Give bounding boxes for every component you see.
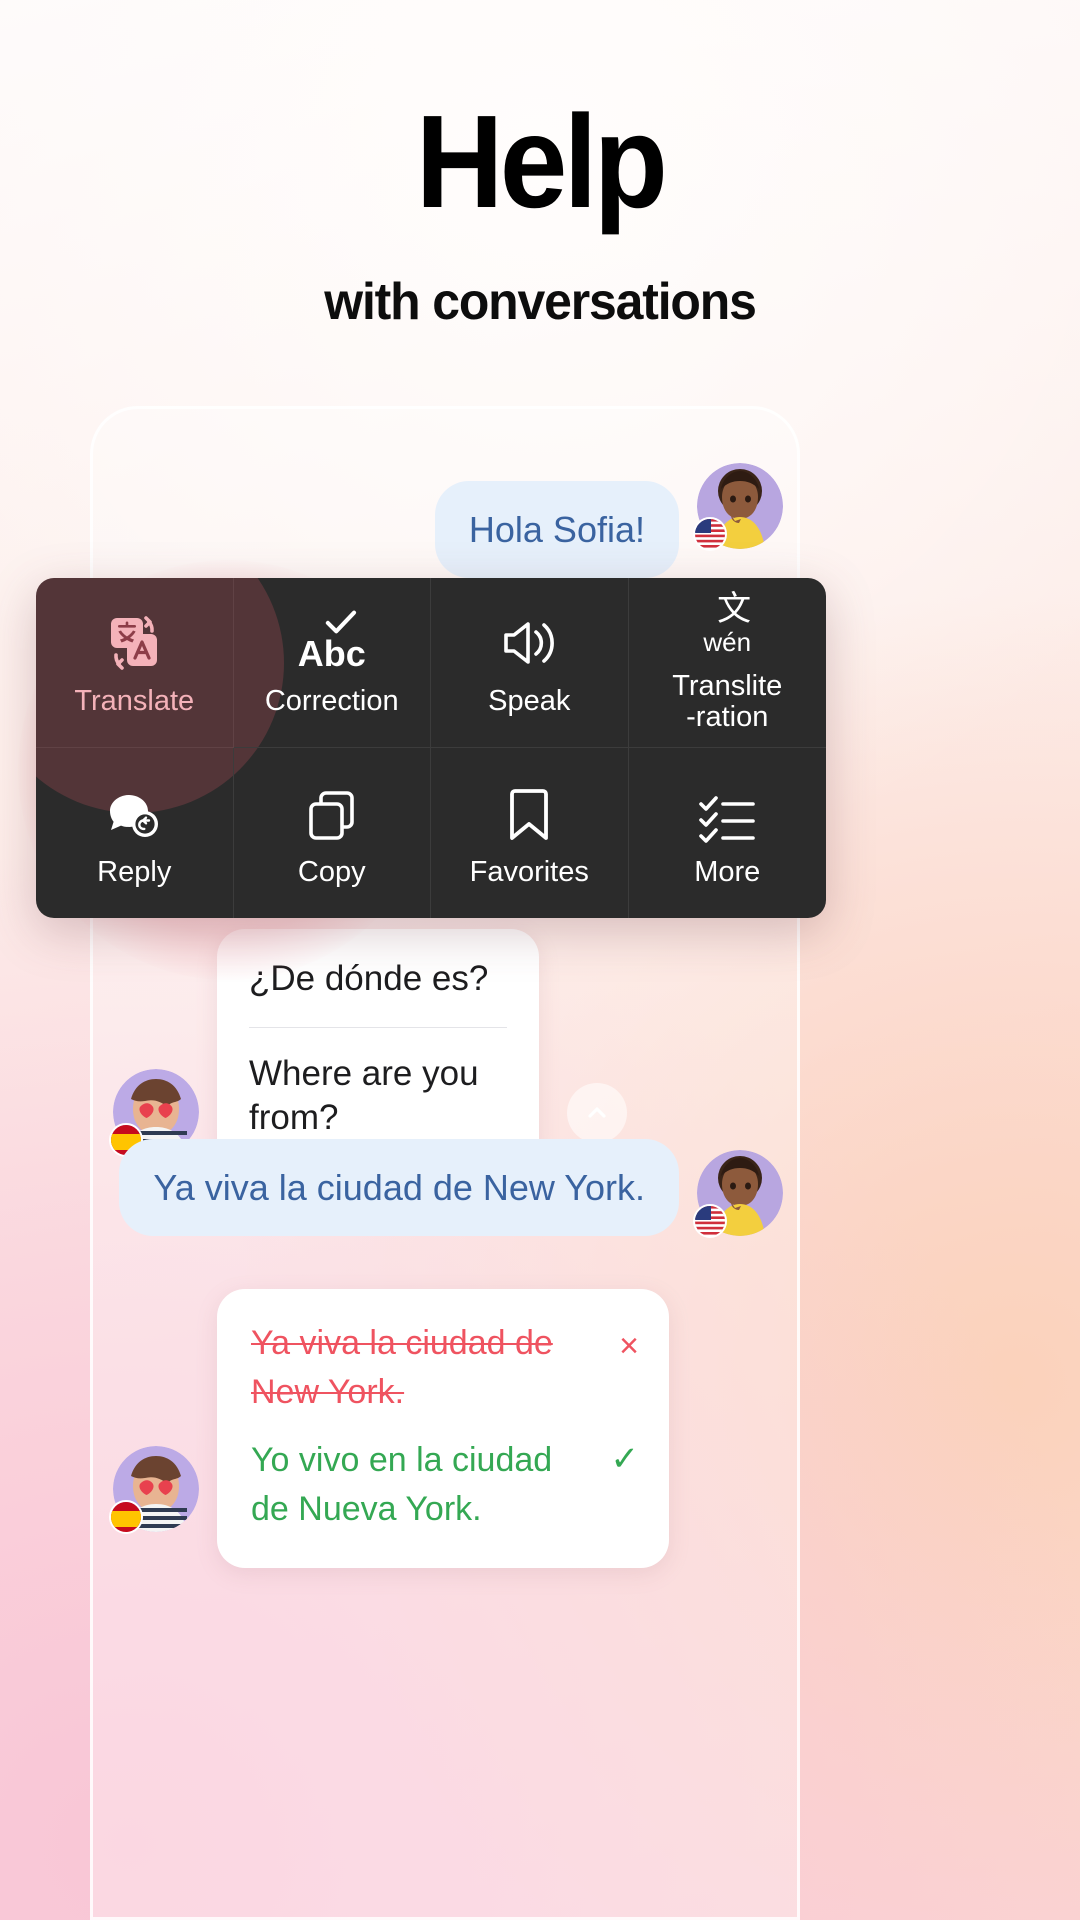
menu-item-label: Correction: [264, 685, 399, 718]
avatar[interactable]: [693, 463, 783, 551]
reject-correction-icon[interactable]: ×: [619, 1327, 639, 1366]
menu-item-favorites[interactable]: Favorites: [431, 748, 629, 918]
chat-row-incoming-2: Ya viva la ciudad de New York. Yo vivo e…: [109, 1289, 669, 1569]
us-flag: [693, 1204, 727, 1238]
bookmark-icon: [505, 779, 553, 843]
message-action-menu: Translate Abc Correction Speak 文 wén Tra…: [36, 578, 826, 918]
translation-card[interactable]: ¿De dónde es? Where are you from?: [217, 929, 539, 1170]
menu-item-more[interactable]: More: [629, 748, 827, 918]
menu-item-label: Translate: [74, 685, 195, 718]
transliteration-icon: 文 wén: [703, 590, 752, 658]
reply-bubble-icon: [105, 779, 163, 843]
menu-item-label: Copy: [297, 855, 366, 888]
page-subtitle: with conversations: [324, 273, 757, 331]
us-flag: [693, 517, 727, 551]
chat-row-incoming-1: ¿De dónde es? Where are you from?: [109, 929, 627, 1170]
menu-item-label: Speak: [488, 685, 571, 718]
correction-suggested-text: Yo vivo en la ciudad de Nueva York.: [251, 1440, 553, 1528]
chat-row-outgoing-1: Hola Sofia!: [434, 463, 783, 578]
checklist-icon: [697, 779, 757, 843]
menu-item-copy[interactable]: Copy: [234, 748, 431, 918]
divider: [249, 1026, 507, 1028]
message-bubble[interactable]: Ya viva la ciudad de New York.: [119, 1139, 679, 1236]
message-bubble[interactable]: Hola Sofia!: [434, 481, 679, 578]
avatar[interactable]: [693, 1150, 783, 1238]
wen-han-glyph: 文: [717, 590, 752, 629]
menu-item-label: Translite -ration: [672, 670, 783, 733]
translate-icon: [105, 608, 163, 672]
accept-correction-icon[interactable]: ✓: [611, 1439, 640, 1479]
menu-item-transliteration[interactable]: 文 wén Translite -ration: [628, 578, 826, 748]
menu-item-speak[interactable]: Speak: [431, 578, 629, 748]
speaker-icon: [498, 608, 560, 672]
correction-card[interactable]: Ya viva la ciudad de New York. Yo vivo e…: [217, 1289, 669, 1569]
page-title: Help: [415, 88, 668, 235]
menu-item-correction[interactable]: Abc Correction: [233, 578, 431, 748]
menu-item-label: Reply: [97, 855, 172, 888]
check-abc-icon: Abc: [298, 608, 366, 672]
copy-icon: [304, 779, 360, 843]
translation-source-text: ¿De dónde es?: [249, 959, 489, 998]
header: Help with conversations: [0, 0, 1080, 332]
chevron-up-icon[interactable]: [567, 1083, 627, 1144]
chat-row-outgoing-2: Ya viva la ciudad de New York.: [119, 1139, 783, 1238]
translation-target-text: Where are you from?: [249, 1053, 479, 1137]
menu-item-reply[interactable]: Reply: [36, 748, 234, 918]
menu-item-label: More: [694, 855, 761, 888]
wen-pinyin-glyph: wén: [703, 627, 752, 658]
es-flag: [109, 1500, 143, 1535]
correction-original-text: Ya viva la ciudad de New York.: [251, 1324, 553, 1412]
avatar[interactable]: [109, 1446, 199, 1535]
menu-item-label: Favorites: [469, 855, 589, 888]
menu-item-translate[interactable]: Translate: [36, 578, 285, 813]
abc-glyph: Abc: [297, 633, 366, 675]
